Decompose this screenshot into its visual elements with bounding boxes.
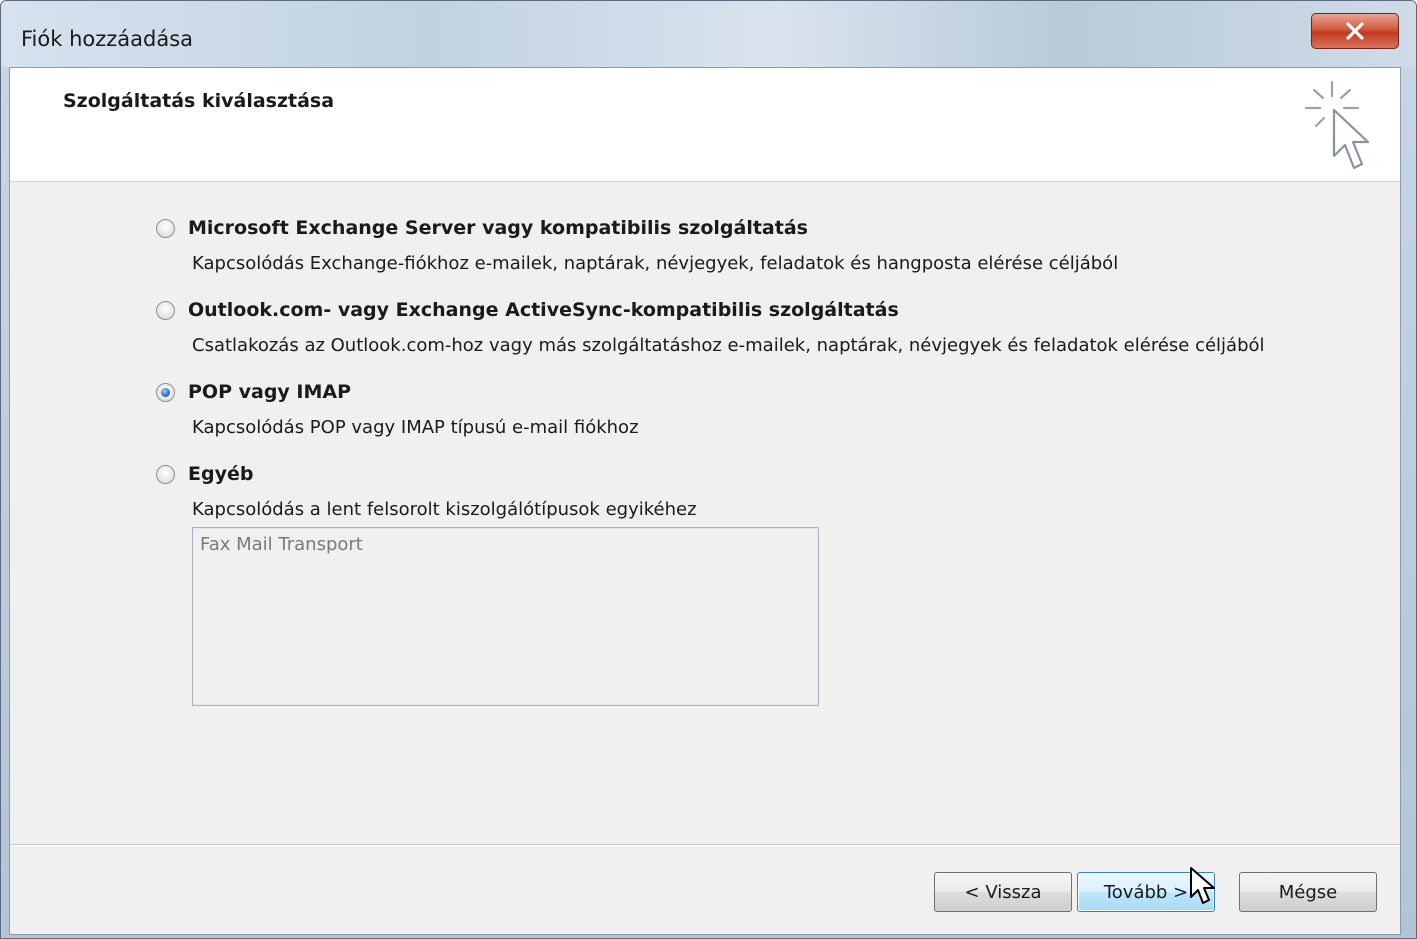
- radio-other[interactable]: [156, 465, 175, 484]
- title-bar[interactable]: Fiók hozzáadása: [1, 1, 1416, 67]
- option-pop-imap-description: Kapcsolódás POP vagy IMAP típusú e-mail …: [192, 417, 639, 438]
- option-other-label[interactable]: Egyéb: [188, 463, 253, 485]
- mouse-pointer-icon: [1190, 867, 1215, 904]
- cancel-button[interactable]: Mégse: [1239, 872, 1377, 912]
- close-icon: [1346, 22, 1364, 40]
- radio-exchange[interactable]: [156, 219, 175, 238]
- list-item[interactable]: Fax Mail Transport: [200, 534, 363, 555]
- option-other-description: Kapcsolódás a lent felsorolt kiszolgálót…: [192, 499, 697, 520]
- option-outlook-com-label[interactable]: Outlook.com- vagy Exchange ActiveSync-ko…: [188, 299, 899, 321]
- option-pop-imap-label[interactable]: POP vagy IMAP: [188, 381, 351, 403]
- dialog-client-area: Szolgáltatás kiválasztása Microsoft Exch…: [9, 67, 1401, 935]
- option-exchange-description: Kapcsolódás Exchange-fiókhoz e-mailek, n…: [192, 253, 1119, 274]
- add-account-dialog: Fiók hozzáadása Szolgáltatás kiválasztás…: [0, 0, 1417, 939]
- radio-outlook-com[interactable]: [156, 301, 175, 320]
- back-button[interactable]: < Vissza: [934, 872, 1072, 912]
- close-button[interactable]: [1311, 13, 1399, 49]
- wizard-header: Szolgáltatás kiválasztása: [10, 68, 1400, 182]
- page-title: Szolgáltatás kiválasztása: [63, 90, 335, 112]
- wizard-sparkle-cursor-icon: [1304, 80, 1370, 170]
- option-outlook-com-description: Csatlakozás az Outlook.com-hoz vagy más …: [192, 335, 1265, 356]
- option-exchange-label[interactable]: Microsoft Exchange Server vagy kompatibi…: [188, 217, 808, 239]
- radio-pop-imap[interactable]: [156, 383, 175, 402]
- button-separator: [10, 844, 1400, 846]
- window-title: Fiók hozzáadása: [21, 27, 194, 51]
- server-type-listbox[interactable]: Fax Mail Transport: [192, 527, 819, 706]
